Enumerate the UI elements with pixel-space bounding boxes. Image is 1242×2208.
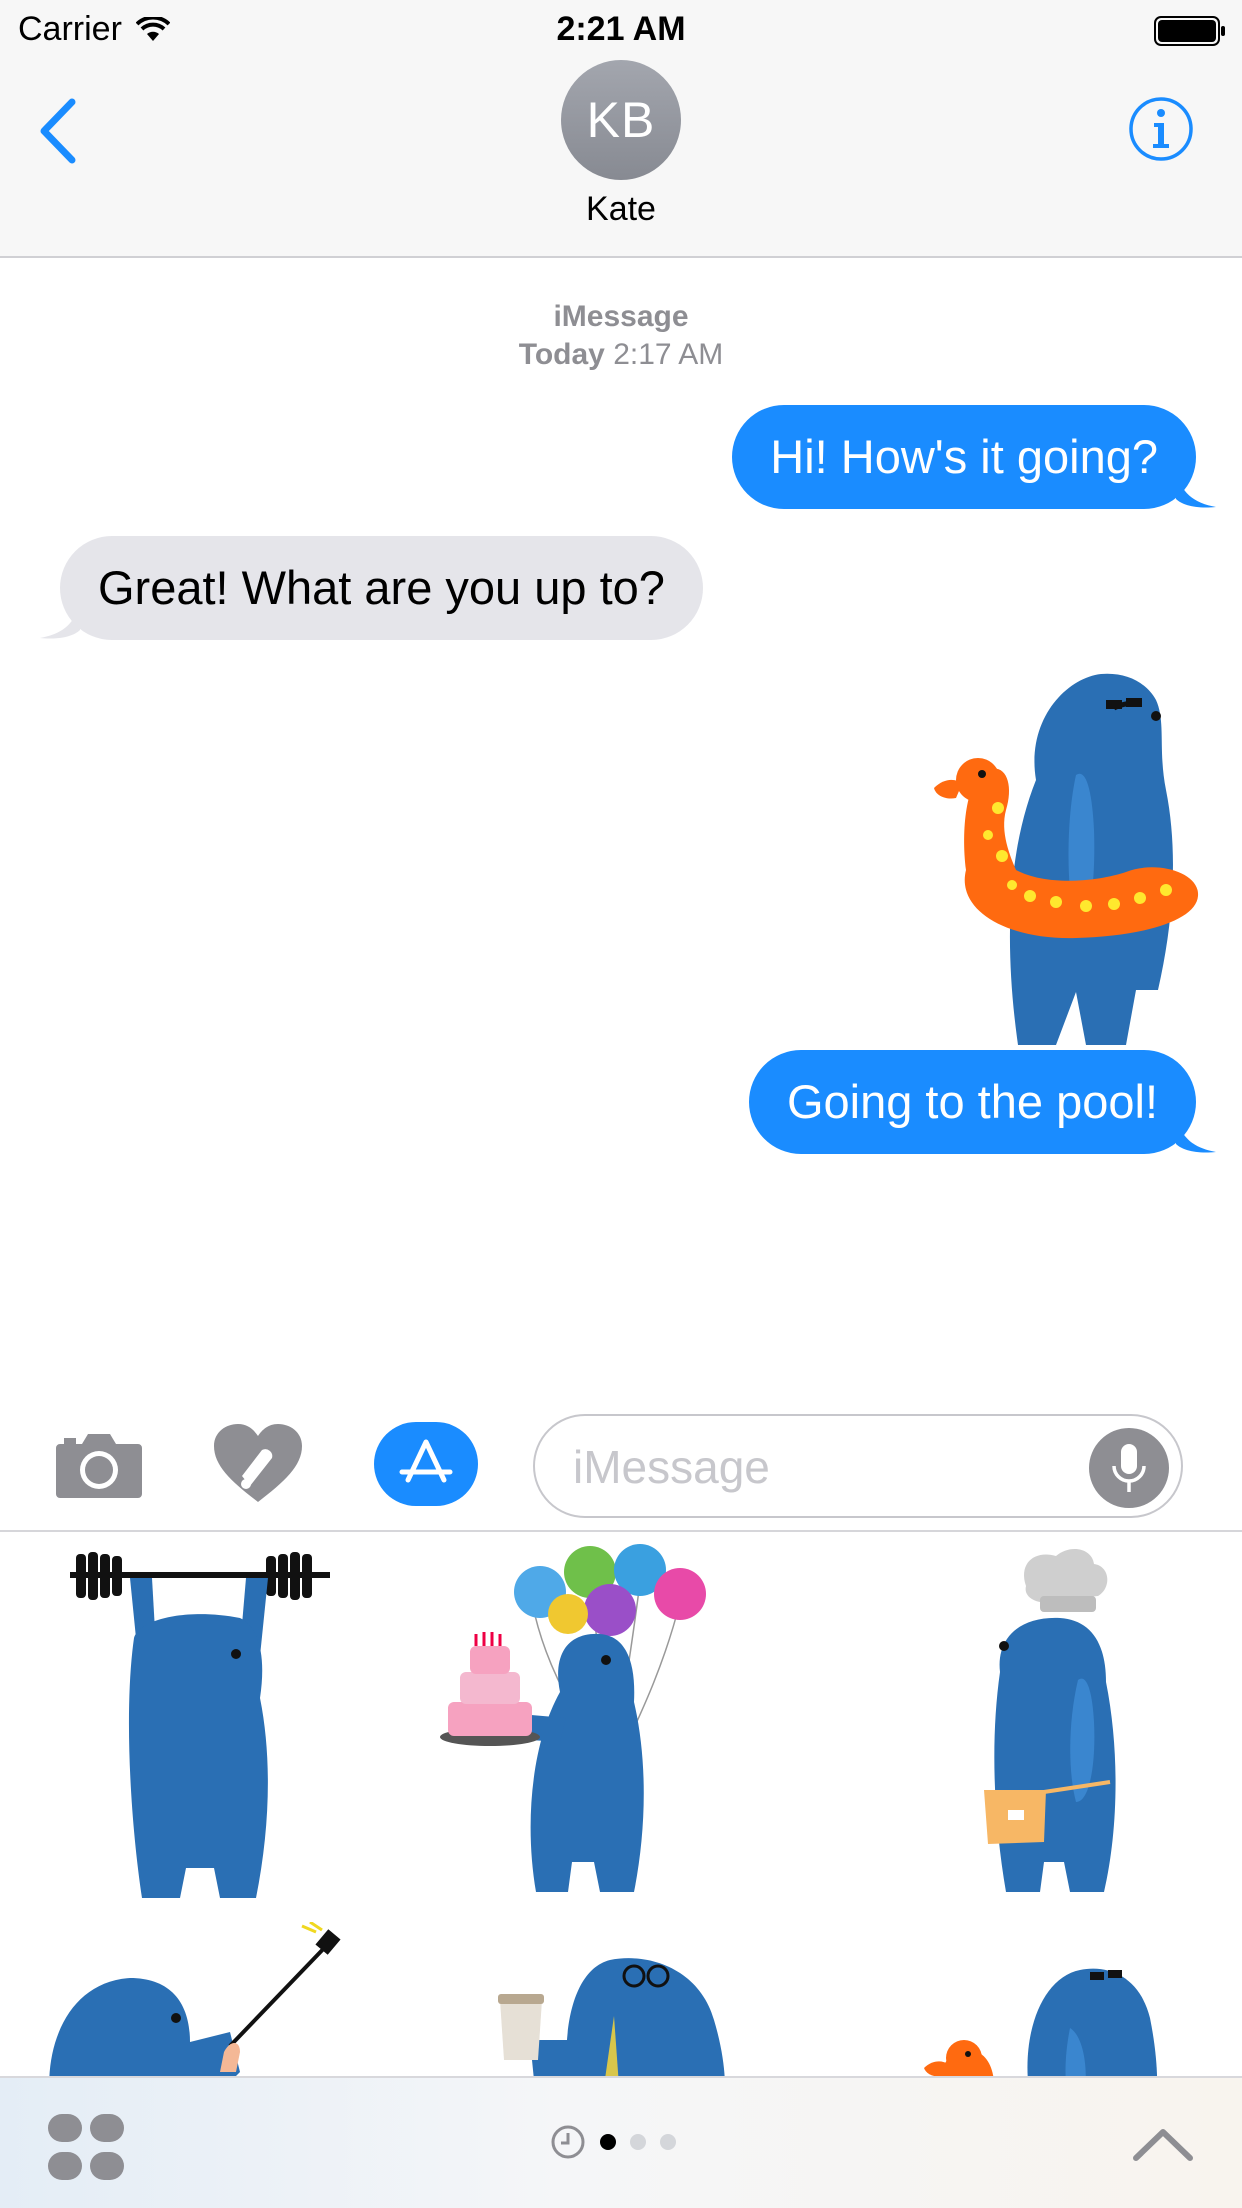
bear-duck-float-sticker[interactable] <box>926 660 1206 1050</box>
camera-icon[interactable] <box>54 1428 144 1500</box>
page-dot-1[interactable] <box>600 2134 616 2150</box>
outgoing-message-bubble[interactable]: Going to the pool! <box>748 1050 1216 1154</box>
microphone-button[interactable] <box>1089 1428 1169 1508</box>
microphone-icon <box>1112 1444 1146 1492</box>
page-dot-2[interactable] <box>630 2134 646 2150</box>
message-field[interactable] <box>533 1414 1183 1518</box>
battery-icon <box>1154 16 1225 46</box>
message-timestamp: Today 2:17 AM <box>0 338 1242 372</box>
avatar[interactable]: KB <box>561 60 681 180</box>
contact-name[interactable]: Kate <box>0 190 1242 229</box>
message-input[interactable] <box>573 1438 1053 1496</box>
status-bar: Carrier 2:21 AM <box>0 0 1242 60</box>
info-icon[interactable] <box>1128 96 1194 162</box>
incoming-message-bubble[interactable]: Great! What are you up to? <box>40 536 703 640</box>
chevron-left-icon[interactable] <box>34 96 82 166</box>
page-indicator[interactable] <box>550 2122 676 2162</box>
compose-bar <box>0 1400 1242 1530</box>
bubble-tail <box>1176 469 1216 508</box>
service-label: iMessage <box>553 300 689 333</box>
app-store-icon <box>399 1439 453 1483</box>
message-text: Great! What are you up to? <box>98 561 665 614</box>
bear-coffee-tie-sticker[interactable] <box>490 1920 750 2078</box>
chevron-up-icon[interactable] <box>1132 2124 1194 2164</box>
bubble-tail <box>1176 1114 1216 1153</box>
bubble-tail <box>40 600 80 639</box>
bear-weightlifting-sticker[interactable] <box>60 1548 340 1918</box>
recents-clock-icon[interactable] <box>550 2124 586 2160</box>
digital-touch-icon[interactable] <box>212 1422 304 1506</box>
sticker-drawer <box>0 1530 1242 2078</box>
bear-cake-balloons-sticker[interactable] <box>440 1542 810 1922</box>
message-text: Hi! How's it going? <box>770 430 1158 483</box>
bear-body <box>1009 673 1173 1045</box>
message-text: Going to the pool! <box>786 1075 1158 1128</box>
app-drawer-bar <box>0 2076 1242 2208</box>
page-dot-3[interactable] <box>660 2134 676 2150</box>
bear-duck-float-small-sticker[interactable] <box>920 1918 1200 2078</box>
bear-chef-sticker[interactable] <box>960 1542 1180 1922</box>
outgoing-message-bubble[interactable]: Hi! How's it going? <box>732 405 1216 509</box>
status-time: 2:21 AM <box>556 10 686 48</box>
bear-selfie-sticker[interactable] <box>40 1922 360 2078</box>
timestamp-time: 2:17 AM <box>613 338 724 371</box>
app-store-button[interactable] <box>374 1422 478 1506</box>
birthday-cake <box>440 1632 540 1746</box>
app-drawer-icon[interactable] <box>46 2112 126 2182</box>
timestamp-day: Today <box>518 338 605 371</box>
